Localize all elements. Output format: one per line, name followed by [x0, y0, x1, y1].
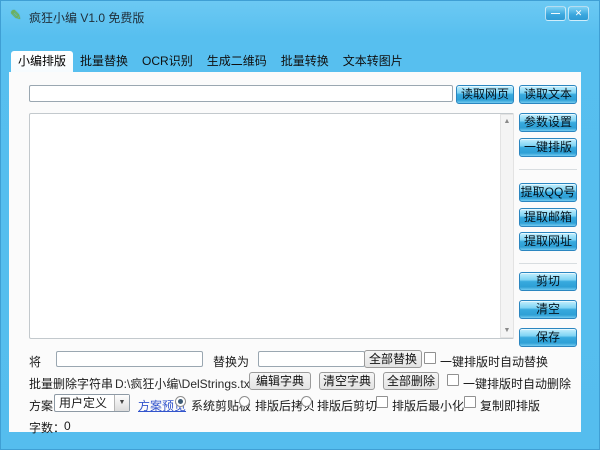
chevron-down-icon: ▼	[114, 395, 129, 411]
clear-dict-button[interactable]: 清空字典	[319, 372, 375, 390]
minimize-after-format-label[interactable]: 排版后最小化	[392, 397, 464, 414]
format-on-copy-checkbox[interactable]	[464, 396, 476, 408]
settings-button[interactable]: 参数设置	[519, 113, 577, 132]
scheme-dropdown-value: 用户定义	[59, 396, 107, 411]
auto-delete-label[interactable]: 一键排版时自动删除	[463, 375, 571, 392]
tab-batch-convert[interactable]: 批量转换	[274, 51, 336, 72]
app-window: ✎ 疯狂小编 V1.0 免费版 — ✕ 小编排版 批量替换 OCR识别 生成二维…	[0, 0, 600, 450]
batch-delete-label: 批量删除字符串	[29, 375, 113, 392]
scheme-label: 方案	[29, 397, 53, 414]
one-click-format-button[interactable]: 一键排版	[519, 138, 577, 157]
pencil-app-icon: ✎	[10, 7, 22, 24]
radio-cut-after-format-label[interactable]: 排版后剪切	[317, 397, 377, 414]
auto-replace-checkbox[interactable]	[424, 352, 436, 364]
replace-to-label: 替换为	[213, 353, 249, 370]
extract-url-button[interactable]: 提取网址	[519, 232, 577, 251]
radio-system-clipboard[interactable]	[175, 396, 186, 407]
clear-button[interactable]: 清空	[519, 300, 577, 319]
editor-scrollbar[interactable]: ▲ ▼	[500, 114, 514, 338]
extract-qq-button[interactable]: 提取QQ号	[519, 183, 577, 202]
divider	[519, 263, 577, 264]
scroll-down-icon[interactable]: ▼	[501, 324, 513, 337]
scheme-dropdown[interactable]: 用户定义 ▼	[54, 394, 130, 412]
tab-editor-format[interactable]: 小编排版	[11, 51, 73, 72]
tab-ocr[interactable]: OCR识别	[135, 51, 200, 72]
radio-cut-after-format[interactable]	[301, 396, 312, 407]
replace-from-input[interactable]	[56, 351, 203, 367]
tab-batch-replace[interactable]: 批量替换	[73, 51, 135, 72]
dict-file-path: D:\疯狂小编\DelStrings.txt	[115, 375, 253, 392]
replace-from-label: 将	[29, 353, 41, 370]
window-title: 疯狂小编 V1.0 免费版	[29, 9, 144, 26]
read-text-button[interactable]: 读取文本	[519, 85, 577, 104]
format-on-copy-label[interactable]: 复制即排版	[480, 397, 540, 414]
auto-replace-label[interactable]: 一键排版时自动替换	[440, 353, 548, 370]
extract-email-button[interactable]: 提取邮箱	[519, 208, 577, 227]
cut-button[interactable]: 剪切	[519, 272, 577, 291]
replace-all-button[interactable]: 全部替换	[364, 350, 422, 368]
delete-all-button[interactable]: 全部删除	[383, 372, 439, 390]
url-input[interactable]	[29, 85, 453, 102]
close-button[interactable]: ✕	[568, 6, 589, 21]
main-panel: 读取网页 ▲ ▼ 读取文本 参数设置 一键排版 提取QQ号 提取邮箱 提取网址 …	[9, 72, 581, 432]
minimize-button[interactable]: —	[545, 6, 566, 21]
scroll-up-icon[interactable]: ▲	[501, 115, 513, 128]
edit-dict-button[interactable]: 编辑字典	[249, 372, 311, 390]
replace-to-input[interactable]	[258, 351, 365, 367]
tab-text-to-image[interactable]: 文本转图片	[336, 51, 410, 72]
save-button[interactable]: 保存	[519, 328, 577, 347]
tab-qrcode[interactable]: 生成二维码	[200, 51, 274, 72]
titlebar: ✎ 疯狂小编 V1.0 免费版 — ✕	[1, 1, 599, 31]
divider	[519, 169, 577, 170]
radio-copy-after-format[interactable]	[239, 396, 250, 407]
word-count-value: 0	[64, 419, 71, 433]
tab-strip: 小编排版 批量替换 OCR识别 生成二维码 批量转换 文本转图片	[11, 51, 410, 72]
word-count-label: 字数：	[29, 419, 65, 436]
minimize-after-format-checkbox[interactable]	[376, 396, 388, 408]
editor-textarea[interactable]	[29, 113, 514, 339]
read-webpage-button[interactable]: 读取网页	[456, 85, 514, 104]
auto-delete-checkbox[interactable]	[447, 374, 459, 386]
